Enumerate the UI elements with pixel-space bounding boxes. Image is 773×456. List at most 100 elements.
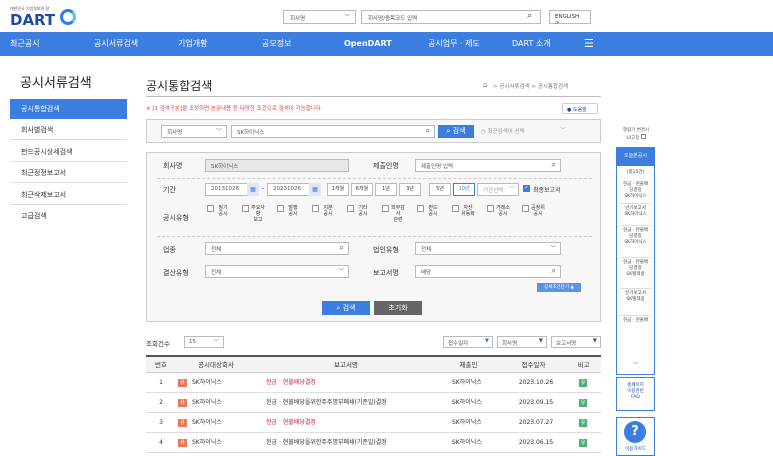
sidebar-title: 공시서류검색 bbox=[20, 76, 92, 91]
nav-about-dart[interactable]: DART 소개 bbox=[512, 32, 551, 56]
chevron-down-icon: ﹀ bbox=[509, 187, 515, 193]
result-count-select[interactable]: 15 ﹀ bbox=[184, 336, 224, 348]
home-icon[interactable]: ⌂ bbox=[483, 81, 487, 89]
sort-company-select[interactable]: 회사명 ▼ bbox=[497, 336, 547, 348]
table-row[interactable]: 1 유 SK하이닉스 현금 · 현물배당결정 SK하이닉스 2023.10.26 유 bbox=[146, 373, 601, 393]
nav-company-overview[interactable]: 기업개황 bbox=[178, 32, 207, 56]
sort-report-select[interactable]: 보고서명 ▼ bbox=[551, 336, 601, 348]
results-table-header: 번호 공시대상회사 보고서명 제출인 접수일자 비고 bbox=[146, 355, 601, 373]
nav-recent-disclosure[interactable]: 최근공시 bbox=[10, 32, 39, 56]
period-1m-button[interactable]: 1개월 bbox=[327, 183, 349, 196]
search-icon[interactable]: ⌕ bbox=[527, 11, 532, 21]
sidebar-item-integrated-search[interactable]: 공시통합검색 bbox=[10, 99, 127, 119]
nav-disclosure-system[interactable]: 공시업무 · 제도 bbox=[428, 32, 480, 56]
sidebar-item-recent-amended[interactable]: 최근정정보고서 bbox=[10, 163, 127, 183]
industry-input[interactable]: 전체 ⌕ bbox=[205, 242, 349, 255]
rail-divider bbox=[620, 315, 651, 316]
recent-viewed-item[interactable]: 현금 · 현물배 bbox=[616, 318, 655, 324]
report-name-label: 보고서명 bbox=[373, 269, 399, 277]
search-type-select[interactable]: 회사명 ﹀ bbox=[161, 125, 227, 138]
report-name-input[interactable]: 배당 ⌕ bbox=[415, 265, 561, 278]
calendar-icon[interactable]: ▦ bbox=[247, 183, 259, 196]
search-icon: ⌕ bbox=[551, 160, 556, 169]
recent-viewed-item[interactable]: 현금 · 현물배 당결정 SK하이닉스 bbox=[616, 228, 655, 246]
disclosure-type-label: 거래소 공시 bbox=[496, 205, 510, 217]
table-row[interactable]: 4 유 SK하이닉스 현금 · 현물배당을위한주주명부폐쇄(기준일)결정 SK하이닉스 2… bbox=[146, 433, 601, 453]
recent-search-select[interactable]: ◷ 최근검색어 선택 ﹀ bbox=[476, 125, 568, 138]
recent-viewed-item[interactable]: 현금 · 현물배 당결정 SK텔레콤 bbox=[616, 260, 655, 278]
latest-report-checkbox[interactable]: ✓ bbox=[523, 185, 530, 192]
row-company[interactable]: 유 SK하이닉스 bbox=[178, 373, 256, 392]
search-button[interactable]: ⌕ 검색 bbox=[438, 125, 474, 138]
row-report-link[interactable]: 현금 · 현물배당결정 bbox=[266, 373, 436, 392]
search-options-panel: 회사명 SK하이닉스 제출인명 제출인명 입력 ⌕ 기간 20131026 ▦ -… bbox=[146, 152, 601, 322]
submitter-input[interactable]: 제출인명 입력 ⌕ bbox=[415, 159, 561, 172]
search-bar: 회사명 ﹀ SK하이닉스 ⌕ ⌕ 검색 ◷ 최근검색어 선택 ﹀ bbox=[146, 119, 601, 143]
fiscal-type-select[interactable]: 전체 ﹀ bbox=[205, 265, 349, 278]
form-search-button[interactable]: ⌕ 검색 bbox=[322, 301, 370, 315]
note-badge: 유 bbox=[579, 439, 587, 447]
faq-link[interactable]: 홈페이지 이용관련 FAQ bbox=[616, 377, 655, 411]
th-submitter: 제출인 bbox=[459, 361, 478, 369]
hamburger-icon[interactable]: ☰ bbox=[584, 32, 594, 56]
corp-type-select[interactable]: 전체 ﹀ bbox=[415, 242, 561, 255]
row-date: 2023.10.26 bbox=[518, 379, 554, 386]
period-6m-button[interactable]: 6개월 bbox=[351, 183, 373, 196]
row-date: 2023.07.27 bbox=[518, 419, 554, 426]
calendar-icon[interactable]: ▦ bbox=[309, 183, 321, 196]
chevron-down-icon: ﹀ bbox=[213, 340, 219, 346]
top-search-type-select[interactable]: 회사명 ﹀ bbox=[283, 10, 356, 24]
period-1y-button[interactable]: 1년 bbox=[375, 183, 397, 196]
disclosure-type-label: 기타 공시 bbox=[358, 205, 368, 217]
table-row[interactable]: 3 유 SK하이닉스 현금 · 현물배당결정 SK하이닉스 2023.07.27 유 bbox=[146, 413, 601, 433]
reset-button[interactable]: 초기화 bbox=[374, 301, 422, 315]
corp-type-label: 법인유형 bbox=[373, 246, 399, 254]
help-button[interactable]: ● 도움말 bbox=[562, 103, 598, 114]
row-report-link[interactable]: 현금 · 현물배당을위한주주명부폐쇄(기준일)결정 bbox=[266, 393, 436, 412]
period-3y-button[interactable]: 3년 bbox=[399, 183, 421, 196]
question-icon: ? bbox=[624, 421, 646, 443]
recent-viewed-item[interactable]: 현금 · 현물배 당결정 SK하이닉스 bbox=[616, 182, 655, 200]
market-badge: 유 bbox=[178, 398, 187, 407]
period-10y-button[interactable]: 10년 bbox=[453, 183, 475, 196]
th-date: 접수일자 bbox=[521, 361, 546, 369]
nav-document-search[interactable]: 공시서류검색 bbox=[94, 32, 138, 56]
nav-offering-info[interactable]: 공모정보 bbox=[262, 32, 291, 56]
row-report-link[interactable]: 현금 · 현물배당결정 bbox=[266, 413, 436, 432]
sidebar-item-recent-deleted[interactable]: 최근삭제보고서 bbox=[10, 185, 127, 205]
th-note: 비고 bbox=[577, 361, 590, 369]
sort-down-icon: ▼ bbox=[484, 338, 489, 344]
sidebar-item-fund-search[interactable]: 펀드공시상세검색 bbox=[10, 142, 127, 162]
dart-logo[interactable]: DART bbox=[10, 11, 55, 29]
ui-fix-toggle[interactable]: 열람기 변경시 UI고정 bbox=[616, 128, 656, 142]
period-select[interactable]: 기간선택 ﹀ bbox=[477, 183, 519, 196]
recent-viewed-item[interactable]: 반기보고서 SK하이닉스 bbox=[616, 206, 655, 218]
search-query-input[interactable]: SK하이닉스 ⌕ bbox=[231, 125, 435, 138]
top-search-input[interactable]: 회사명/종목코드 입력 bbox=[361, 10, 541, 24]
sort-date-select[interactable]: 접수일자 ▼ bbox=[443, 336, 493, 348]
chevron-down-icon[interactable]: ﹀ bbox=[616, 360, 655, 369]
row-company[interactable]: 유 SK하이닉스 bbox=[178, 413, 256, 432]
sidebar-item-company-search[interactable]: 회사별검색 bbox=[10, 120, 127, 140]
period-5y-button[interactable]: 5년 bbox=[429, 183, 451, 196]
nav-opendart[interactable]: OpenDART bbox=[344, 32, 392, 56]
chevron-down-icon: ﹀ bbox=[560, 128, 566, 134]
page-title: 공시통합검색 bbox=[146, 79, 213, 93]
row-date: 2023.09.15 bbox=[518, 399, 554, 406]
row-company[interactable]: 유 SK하이닉스 bbox=[178, 393, 256, 412]
english-button[interactable]: ENGLISH > bbox=[549, 10, 591, 26]
result-count-label: 조회건수 bbox=[146, 340, 170, 348]
detail-toggle-button[interactable]: 상세조건닫기 ▲ bbox=[537, 283, 581, 292]
recent-viewed-item[interactable]: 분기보고서 SK텔레콤 bbox=[616, 291, 655, 303]
disclosure-type-label: 지분 공시 bbox=[323, 205, 333, 217]
row-report-link[interactable]: 현금 · 현물배당을위한주주명부폐쇄(기준일)결정 bbox=[266, 433, 436, 452]
chevron-down-icon: ﹀ bbox=[216, 129, 222, 135]
row-submitter: SK하이닉스 bbox=[452, 439, 482, 446]
row-submitter: SK하이닉스 bbox=[452, 379, 482, 386]
sidebar-item-advanced-search[interactable]: 고급검색 bbox=[10, 206, 127, 226]
row-company[interactable]: 유 SK하이닉스 bbox=[178, 433, 256, 452]
company-label: 회사명 bbox=[163, 162, 183, 170]
note-badge: 유 bbox=[579, 379, 587, 387]
table-row[interactable]: 2 유 SK하이닉스 현금 · 현물배당을위한주주명부폐쇄(기준일)결정 SK하이닉스 2… bbox=[146, 393, 601, 413]
row-divider bbox=[157, 236, 592, 237]
